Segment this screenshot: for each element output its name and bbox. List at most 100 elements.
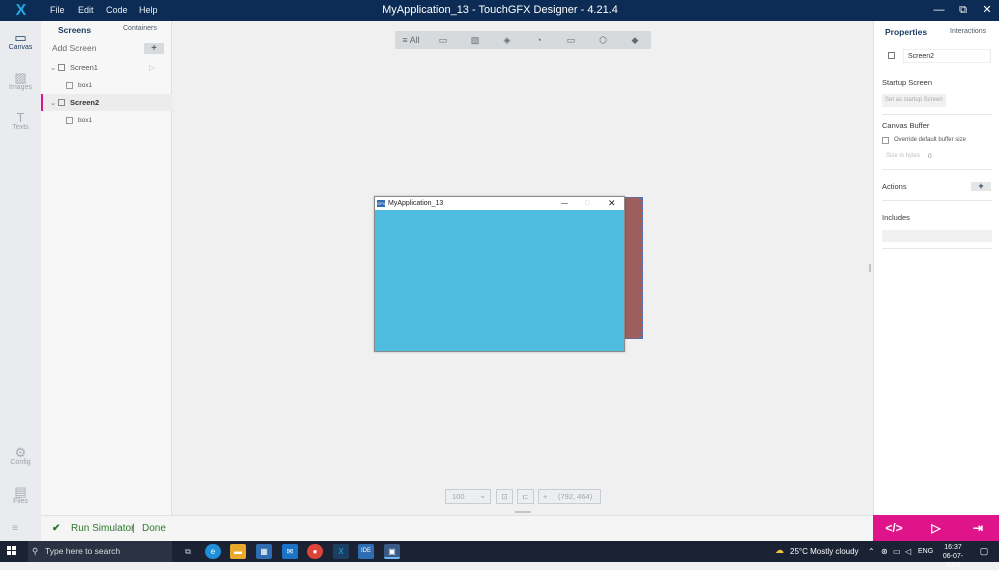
tab-properties[interactable]: Properties bbox=[885, 27, 927, 37]
screens-panel: Screens Containers Add Screen + ⌄ Screen… bbox=[41, 21, 172, 515]
minimize-button[interactable]: — bbox=[927, 0, 951, 21]
chevron-down-icon[interactable]: ⌄ bbox=[50, 59, 56, 76]
tree-screen2-label: Screen2 bbox=[70, 98, 100, 107]
widget-toolbar: ≡ All ▭ ▨ ◈ ◔ ▭ ⬡ ◆ bbox=[395, 31, 651, 49]
add-screen-button[interactable]: + bbox=[144, 43, 164, 54]
box-icon bbox=[66, 117, 73, 124]
stack-icon[interactable]: ◆ bbox=[619, 31, 651, 49]
add-screen-label[interactable]: Add Screen bbox=[52, 43, 96, 53]
menu-code[interactable]: Code bbox=[106, 0, 128, 21]
3d-box-icon[interactable]: ⬡ bbox=[587, 31, 619, 49]
close-button[interactable]: ✕ bbox=[975, 0, 999, 21]
properties-panel: Properties Interactions Screen2 Startup … bbox=[873, 21, 999, 515]
status-action: Run Simulator bbox=[71, 523, 135, 534]
windows-start-icon[interactable] bbox=[7, 546, 17, 556]
clock[interactable]: 16:37 06-07-2023 bbox=[938, 543, 968, 570]
volume-icon[interactable]: ◁ bbox=[905, 541, 911, 562]
search-icon: ⚲ bbox=[32, 546, 39, 556]
rail-config[interactable]: ⚙ Config bbox=[0, 440, 41, 478]
fit-screen-button[interactable]: ⊡ bbox=[496, 489, 513, 504]
container-icon[interactable]: ▭ bbox=[555, 31, 587, 49]
tree-box1-b-label: box1 bbox=[78, 117, 93, 124]
override-checkbox[interactable] bbox=[882, 137, 889, 144]
tab-containers[interactable]: Containers bbox=[123, 25, 157, 37]
sim-close-button[interactable]: ✕ bbox=[608, 197, 616, 210]
weather-icon: ☁ bbox=[775, 545, 784, 555]
tray-chevron-icon[interactable]: ⌃ bbox=[868, 541, 875, 562]
tree-screen1-label: Screen1 bbox=[70, 63, 98, 72]
divider bbox=[882, 200, 992, 201]
status-bar: ✔ Run Simulator | Done bbox=[41, 515, 873, 541]
tab-screens[interactable]: Screens bbox=[58, 25, 91, 37]
mail-icon[interactable]: ✉ bbox=[282, 544, 298, 559]
menu-file[interactable]: File bbox=[50, 0, 65, 21]
filter-all-button[interactable]: ≡ All bbox=[395, 31, 427, 49]
tree-screen2[interactable]: ⌄ Screen2 bbox=[41, 94, 172, 111]
images-icon: ▨ bbox=[14, 70, 27, 85]
touchgfx-taskbar-icon[interactable]: X bbox=[333, 544, 349, 559]
screen-name-input[interactable]: Screen2 bbox=[903, 49, 991, 63]
rail-canvas[interactable]: ▭ Canvas bbox=[0, 25, 41, 63]
flag-icon[interactable]: ▷ bbox=[149, 59, 155, 76]
divider bbox=[882, 248, 992, 249]
size-label: Size in bytes bbox=[886, 153, 921, 159]
store-icon[interactable]: ▦ bbox=[256, 544, 272, 559]
zoom-select[interactable]: 100 ⌄ bbox=[445, 489, 491, 504]
coordinates-readout: + (792, 464) bbox=[538, 489, 601, 504]
run-simulator-button[interactable]: ▷ bbox=[915, 515, 957, 541]
crosshair-icon: + bbox=[543, 492, 548, 501]
generate-code-button[interactable]: </> bbox=[873, 515, 915, 541]
add-action-button[interactable]: + bbox=[971, 182, 991, 191]
status-state: Done bbox=[142, 523, 166, 534]
panel-splitter[interactable] bbox=[869, 264, 871, 272]
chevron-down-icon[interactable]: ⌄ bbox=[50, 94, 56, 111]
tree-box1-b[interactable]: box1 bbox=[41, 112, 172, 129]
edge-icon[interactable]: e bbox=[205, 544, 221, 559]
hamburger-icon[interactable]: ≡ bbox=[12, 524, 28, 534]
simulator-window[interactable]: GFX MyApplication_13 — □ ✕ bbox=[374, 196, 625, 352]
startup-screen-heading: Startup Screen bbox=[882, 78, 933, 87]
sim-maximize-button[interactable]: □ bbox=[585, 197, 589, 210]
run-target-button[interactable]: ⇥ bbox=[957, 515, 999, 541]
language-indicator[interactable]: ENG bbox=[918, 541, 933, 562]
weather-text[interactable]: 25°C Mostly cloudy bbox=[790, 541, 859, 562]
size-value[interactable]: 0 bbox=[928, 153, 932, 160]
includes-field[interactable] bbox=[882, 230, 992, 242]
title-bar: X File Edit Code Help MyApplication_13 -… bbox=[0, 0, 999, 21]
shapes-icon[interactable]: ◔ bbox=[523, 31, 555, 49]
hidden-screen-widget[interactable] bbox=[622, 197, 643, 339]
file-explorer-icon[interactable]: ▬ bbox=[230, 544, 246, 559]
chrome-icon[interactable]: ● bbox=[307, 544, 323, 559]
tab-interactions[interactable]: Interactions bbox=[950, 28, 986, 35]
set-startup-button[interactable]: Set as startup Screen bbox=[882, 94, 946, 107]
rail-images[interactable]: ▨ Images bbox=[0, 65, 41, 103]
sim-minimize-button[interactable]: — bbox=[561, 197, 568, 210]
task-view-icon[interactable]: ⧉ bbox=[180, 544, 196, 559]
actions-heading: Actions bbox=[882, 182, 907, 191]
battery-icon[interactable]: ▭ bbox=[893, 541, 901, 562]
zoom-value: 100 bbox=[452, 492, 465, 501]
menu-help[interactable]: Help bbox=[139, 0, 158, 21]
taskbar-search[interactable]: ⚲ Type here to search bbox=[28, 541, 172, 562]
texts-icon: T bbox=[16, 110, 25, 125]
rail-images-label: Images bbox=[9, 84, 32, 91]
check-icon: ✔ bbox=[52, 523, 61, 534]
network-icon[interactable]: ⊛ bbox=[881, 541, 888, 562]
coordinates-value: (792, 464) bbox=[558, 492, 593, 501]
rail-files[interactable]: ▤ Files bbox=[0, 479, 41, 517]
simulator-display[interactable] bbox=[375, 210, 624, 351]
image-widget-icon[interactable]: ▨ bbox=[459, 31, 491, 49]
simulator-taskbar-icon[interactable]: ▣ bbox=[384, 544, 400, 559]
tree-screen1[interactable]: ⌄ Screen1 ▷ bbox=[41, 59, 172, 76]
rail-texts[interactable]: T Texts bbox=[0, 105, 41, 143]
layout-icon[interactable]: ▭ bbox=[427, 31, 459, 49]
crop-button[interactable]: ⊏ bbox=[517, 489, 534, 504]
tree-box1-a[interactable]: box1 bbox=[41, 77, 172, 94]
restore-button[interactable]: ⧉ bbox=[951, 0, 975, 21]
notification-icon[interactable]: ▢ bbox=[978, 545, 990, 557]
layers-icon[interactable]: ◈ bbox=[491, 31, 523, 49]
menu-edit[interactable]: Edit bbox=[78, 0, 94, 21]
resize-handle[interactable] bbox=[515, 511, 531, 513]
simulator-title: MyApplication_13 bbox=[388, 200, 444, 207]
ide-icon[interactable]: IDE bbox=[358, 544, 374, 559]
